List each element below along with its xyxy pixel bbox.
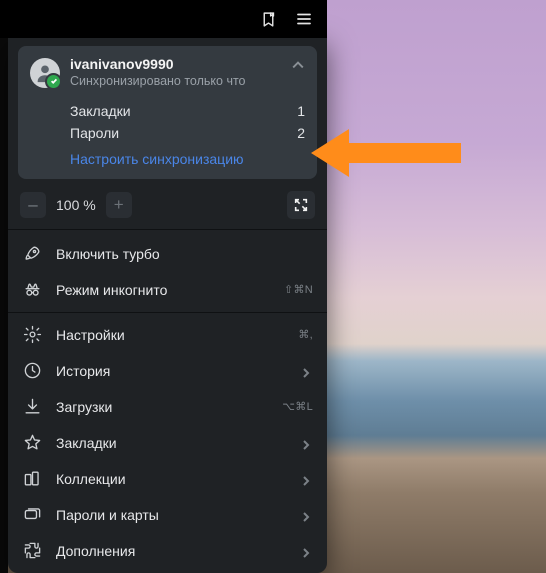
fullscreen-button[interactable] <box>287 191 315 219</box>
menu-list: Включить турбо Режим инкогнито ⇧⌘N Настр… <box>8 234 327 573</box>
menu-label: Закладки <box>56 435 287 451</box>
zoom-row: – 100 % + <box>8 185 327 225</box>
stat-value: 2 <box>297 123 305 145</box>
menu-item-passwords[interactable]: Пароли и карты <box>8 497 327 533</box>
sync-stats: Закладки 1 Пароли 2 <box>30 101 305 144</box>
bookmark-ribbon-icon[interactable] <box>253 4 283 34</box>
menu-item-addons[interactable]: Дополнения <box>8 533 327 569</box>
menu-label: Загрузки <box>56 399 268 415</box>
menu-hint: ⌘, <box>298 328 313 341</box>
window-edge <box>0 0 8 573</box>
download-icon <box>22 397 42 417</box>
menu-item-more[interactable]: Дополнительно <box>8 569 327 573</box>
chevron-right-icon <box>301 509 313 521</box>
stat-label: Пароли <box>70 123 119 145</box>
chevron-up-icon[interactable] <box>289 56 307 74</box>
zoom-value: 100 % <box>48 197 104 213</box>
separator <box>8 229 327 230</box>
chevron-right-icon <box>301 365 313 377</box>
collections-icon <box>22 469 42 489</box>
gear-icon <box>22 325 42 345</box>
menu-item-settings[interactable]: Настройки ⌘, <box>8 317 327 353</box>
menu-label: История <box>56 363 287 379</box>
sync-stat-bookmarks: Закладки 1 <box>70 101 305 123</box>
menu-item-collections[interactable]: Коллекции <box>8 461 327 497</box>
chevron-right-icon <box>301 473 313 485</box>
sync-status: Синхронизировано только что <box>70 74 246 90</box>
cards-icon <box>22 505 42 525</box>
sync-username: ivanivanov9990 <box>70 56 246 74</box>
menu-hint: ⇧⌘N <box>284 283 313 296</box>
zoom-out-button[interactable]: – <box>20 192 46 218</box>
history-icon <box>22 361 42 381</box>
menu-item-history[interactable]: История <box>8 353 327 389</box>
chevron-right-icon <box>301 437 313 449</box>
stat-label: Закладки <box>70 101 131 123</box>
sync-card[interactable]: ivanivanov9990 Синхронизировано только ч… <box>18 46 317 179</box>
menu-hint: ⌥⌘L <box>282 400 313 413</box>
main-menu-panel: ivanivanov9990 Синхронизировано только ч… <box>8 38 327 573</box>
menu-label: Дополнения <box>56 543 287 559</box>
chevron-right-icon <box>301 545 313 557</box>
menu-item-incognito[interactable]: Режим инкогнито ⇧⌘N <box>8 272 327 308</box>
puzzle-icon <box>22 541 42 561</box>
menu-item-bookmarks[interactable]: Закладки <box>8 425 327 461</box>
sync-header: ivanivanov9990 Синхронизировано только ч… <box>30 56 305 89</box>
separator <box>8 312 327 313</box>
menu-label: Включить турбо <box>56 246 313 262</box>
menu-label: Настройки <box>56 327 284 343</box>
configure-sync-link[interactable]: Настроить синхронизацию <box>30 151 305 169</box>
menu-label: Пароли и карты <box>56 507 287 523</box>
sync-stat-passwords: Пароли 2 <box>70 123 305 145</box>
menu-label: Коллекции <box>56 471 287 487</box>
stat-value: 1 <box>297 101 305 123</box>
star-icon <box>22 433 42 453</box>
avatar <box>30 58 60 88</box>
zoom-in-button[interactable]: + <box>106 192 132 218</box>
sync-ok-badge-icon <box>45 73 62 90</box>
incognito-icon <box>22 280 42 300</box>
menu-label: Режим инкогнито <box>56 282 270 298</box>
menu-item-downloads[interactable]: Загрузки ⌥⌘L <box>8 389 327 425</box>
browser-top-bar <box>0 0 327 38</box>
hamburger-menu-icon[interactable] <box>289 4 319 34</box>
rocket-icon <box>22 244 42 264</box>
menu-item-turbo[interactable]: Включить турбо <box>8 236 327 272</box>
